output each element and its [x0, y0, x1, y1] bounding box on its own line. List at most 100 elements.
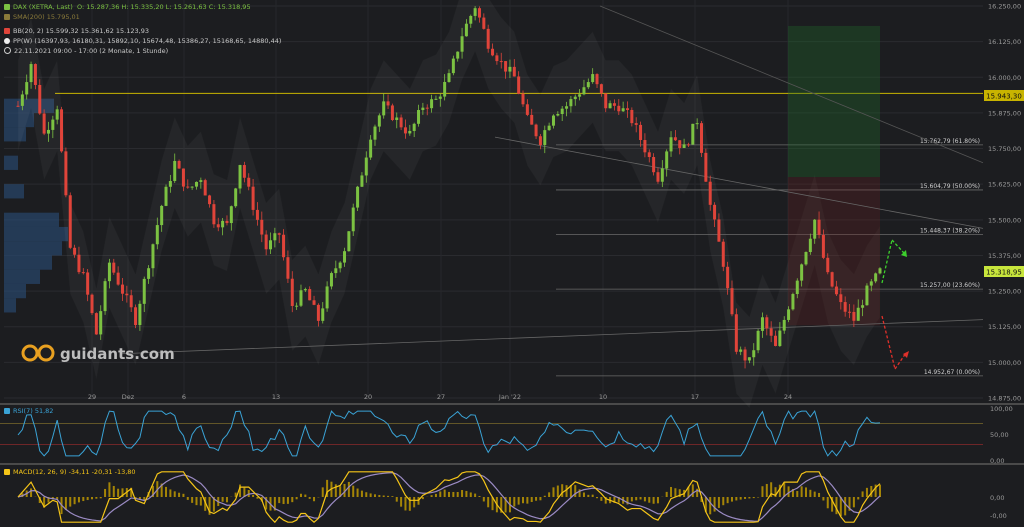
candle-body [556, 113, 560, 116]
macd-histogram-bar [169, 489, 172, 497]
macd-histogram-bar [835, 497, 838, 515]
x-tick-label: 27 [437, 393, 445, 401]
candle-body [329, 273, 333, 287]
candle-body [586, 82, 590, 88]
legend-pp: PP(W) (16397,93, 16180,31, 15892,10, 156… [4, 37, 281, 45]
macd-histogram-bar [639, 497, 642, 500]
fib-label: 14.952,67 (0.00%) [924, 369, 980, 376]
macd-histogram-bar [482, 497, 485, 502]
y-tick-label: 15.125,00 [988, 323, 1021, 331]
candle-body [634, 123, 638, 125]
candle-body [813, 219, 817, 239]
x-tick-label: Jan '22 [498, 393, 521, 401]
volume-profile-bar [4, 226, 68, 242]
rsi-panel: 100,00 50,00 0,00 [0, 405, 1013, 465]
candle-body [625, 108, 629, 110]
macd-histogram-bar [443, 489, 446, 497]
candle-body [456, 51, 460, 59]
candle-body [86, 272, 90, 295]
macd-histogram-bar [761, 486, 764, 497]
candle-body [686, 144, 690, 146]
candle-body [469, 15, 473, 24]
candle-body [395, 117, 399, 121]
x-tick-label: 17 [691, 393, 699, 401]
candle-body [186, 186, 190, 188]
fib-label: 15.448,37 (38.20%) [920, 228, 980, 235]
candle-body [830, 272, 834, 287]
macd-histogram-bar [400, 497, 403, 507]
legend-rsi: RSI(7) 51,82 [4, 407, 53, 415]
candle-body [321, 308, 325, 321]
candle-body [216, 224, 220, 228]
candle-body [477, 8, 481, 18]
candle-body [660, 168, 664, 182]
macd-histogram-bar [86, 497, 89, 501]
macd-histogram-bar [352, 485, 355, 497]
candle-body [769, 328, 773, 336]
candle-body [343, 251, 347, 263]
macd-tick-label: 0,00 [990, 494, 1004, 502]
candle-body [778, 330, 782, 346]
x-tick-label: 24 [784, 393, 792, 401]
macd-histogram-bar [286, 497, 289, 504]
candle-body [861, 305, 865, 308]
macd-histogram-bar [826, 497, 829, 509]
macd-histogram-bar [600, 497, 603, 501]
x-tick-label: 20 [364, 393, 372, 401]
x-tick-label: 6 [182, 393, 186, 401]
candle-body [51, 119, 55, 130]
macd-histogram-bar [556, 485, 559, 497]
chart-canvas[interactable]: 15.762,79 (61.80%) 15.604,79 (50.00%) 15.4… [0, 0, 1024, 527]
candle-body [826, 257, 830, 273]
candle-body [129, 295, 133, 308]
candle-body [181, 168, 185, 187]
macd-histogram-bar [543, 495, 546, 497]
candle-body [20, 94, 24, 106]
macd-histogram-bar [587, 494, 590, 497]
candle-body [247, 177, 251, 187]
candle-body [142, 278, 146, 304]
macd-histogram-bar [783, 482, 786, 497]
candle-body [390, 105, 394, 121]
candle-body [242, 165, 246, 178]
volume-profile-bar [4, 241, 62, 256]
candle-body [94, 313, 98, 335]
candle-body [325, 286, 329, 309]
candle-body [29, 64, 33, 83]
candle-body [229, 206, 233, 224]
macd-histogram-bar [225, 497, 228, 503]
candle-body [225, 220, 229, 224]
candle-body [491, 48, 495, 56]
macd-histogram-bar [321, 487, 324, 497]
candle-body [64, 151, 68, 196]
macd-histogram-bar [395, 497, 398, 502]
x-tick-label: 13 [272, 393, 280, 401]
candle-body [60, 109, 64, 152]
candle-body [747, 357, 751, 361]
candle-body [669, 137, 673, 152]
candle-body [173, 160, 177, 181]
macd-histogram-bar [804, 487, 807, 497]
candle-body [878, 268, 882, 274]
candle-body [369, 139, 373, 158]
candle-body [691, 123, 695, 145]
candle-body [55, 109, 59, 120]
macd-histogram-bar [334, 484, 337, 497]
candle-body [260, 219, 264, 235]
candle-body [708, 181, 712, 205]
macd-histogram-bar [818, 492, 821, 497]
macd-histogram-bar [165, 486, 168, 497]
candle-body [848, 311, 852, 313]
volume-profile-bar [4, 212, 59, 227]
candle-body [282, 234, 286, 258]
macd-histogram-bar [765, 483, 768, 497]
volume-profile-bar [4, 298, 16, 313]
macd-histogram-bar [670, 486, 673, 497]
candle-body [269, 240, 273, 250]
rsi-line [17, 410, 881, 457]
candle-body [438, 96, 442, 99]
macd-histogram-bar [744, 497, 747, 499]
macd-histogram-bar [356, 488, 359, 497]
macd-histogram-bar [713, 497, 716, 512]
candle-body [134, 307, 138, 326]
